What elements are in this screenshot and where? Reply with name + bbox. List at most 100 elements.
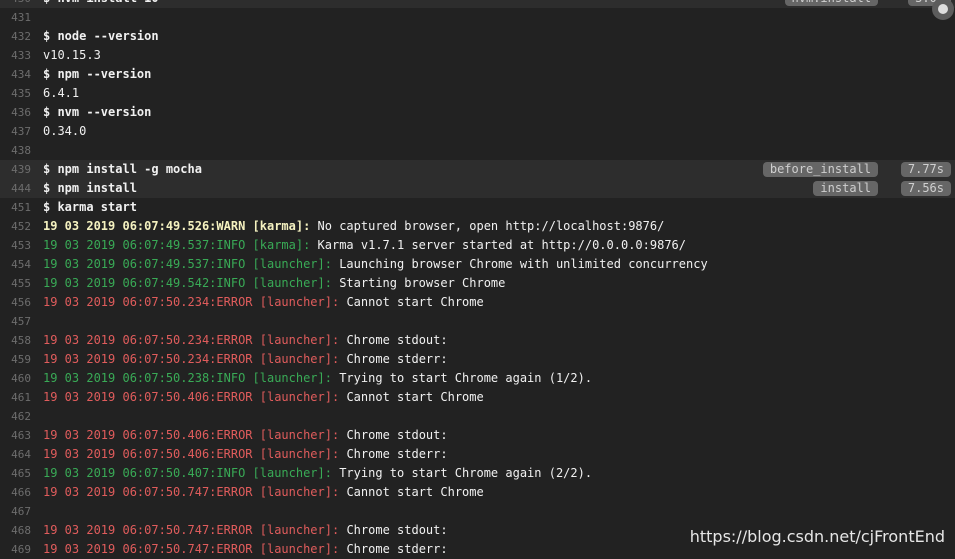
line-number[interactable]: 444: [0, 179, 31, 198]
line-number[interactable]: 437: [0, 122, 31, 141]
log-prefix-error: 19 03 2019 06:07:50.747:ERROR [launcher]…: [43, 485, 340, 499]
log-prefix-error: 19 03 2019 06:07:50.406:ERROR [launcher]…: [43, 428, 340, 442]
log-fold-row[interactable]: 439 $ npm install -g mocha before_install 7…: [0, 160, 955, 179]
log-line-content: $ node --version: [43, 29, 159, 43]
line-number[interactable]: 463: [0, 426, 31, 445]
line-number[interactable]: 460: [0, 369, 31, 388]
line-number[interactable]: 457: [0, 312, 31, 331]
log-prefix-error: 19 03 2019 06:07:50.234:ERROR [launcher]…: [43, 295, 340, 309]
line-number[interactable]: 439: [0, 160, 31, 179]
line-number[interactable]: 435: [0, 84, 31, 103]
log-message: Trying to start Chrome again (2/2).: [331, 466, 593, 480]
log-message: Chrome stderr:: [339, 447, 448, 461]
log-message: No captured browser, open http://localho…: [310, 219, 665, 233]
line-number[interactable]: 451: [0, 198, 31, 217]
line-number[interactable]: 438: [0, 141, 31, 160]
log-message: Karma v1.7.1 server started at http://0.…: [310, 238, 686, 252]
log-prefix-error: 19 03 2019 06:07:50.234:ERROR [launcher]…: [43, 352, 340, 366]
line-number[interactable]: 461: [0, 388, 31, 407]
log-line: 452 19 03 2019 06:07:49.526:WARN [karma]:…: [0, 217, 955, 236]
log-message: Chrome stdout:: [339, 428, 448, 442]
log-line-content: v10.15.3: [43, 48, 101, 62]
line-number[interactable]: 466: [0, 483, 31, 502]
log-line-content: 19 03 2019 06:07:49.542:INFO [launcher]:…: [43, 274, 505, 293]
build-log: 430$ nvm install 10nvm.install3.0s431432…: [0, 0, 955, 559]
log-line-content: 19 03 2019 06:07:50.234:ERROR [launcher]…: [43, 331, 448, 350]
log-prefix-info: 19 03 2019 06:07:50.407:INFO [launcher]:: [43, 466, 332, 480]
fold-duration-badge: 7.77s: [900, 162, 951, 177]
log-line: 459 19 03 2019 06:07:50.234:ERROR [launch…: [0, 350, 955, 369]
log-message: Cannot start Chrome: [339, 390, 484, 404]
log-prefix-info: 19 03 2019 06:07:49.537:INFO [karma]:: [43, 238, 311, 252]
log-line-content: 19 03 2019 06:07:49.537:INFO [karma]: Ka…: [43, 236, 686, 255]
log-message: Trying to start Chrome again (1/2).: [331, 371, 593, 385]
log-message: Chrome stderr:: [339, 352, 448, 366]
log-line: 438: [0, 141, 955, 160]
log-line-content: 19 03 2019 06:07:50.747:ERROR [launcher]…: [43, 540, 448, 559]
log-line: 462: [0, 407, 955, 426]
fold-stage-badge: install: [813, 181, 878, 196]
log-line-content: $ karma start: [43, 200, 137, 214]
log-line: 467: [0, 502, 955, 521]
log-message: Starting browser Chrome: [331, 276, 506, 290]
log-line: 461 19 03 2019 06:07:50.406:ERROR [launch…: [0, 388, 955, 407]
log-prefix-error: 19 03 2019 06:07:50.406:ERROR [launcher]…: [43, 447, 340, 461]
log-line: 436 $ nvm --version: [0, 103, 955, 122]
log-line-content: 19 03 2019 06:07:49.537:INFO [launcher]:…: [43, 255, 708, 274]
log-line-content: 0.34.0: [43, 124, 87, 138]
line-number[interactable]: 436: [0, 103, 31, 122]
log-prefix-error: 19 03 2019 06:07:50.234:ERROR [launcher]…: [43, 333, 340, 347]
line-number[interactable]: 469: [0, 540, 31, 559]
log-prefix-error: 19 03 2019 06:07:50.406:ERROR [launcher]…: [43, 390, 340, 404]
log-line: 464 19 03 2019 06:07:50.406:ERROR [launch…: [0, 445, 955, 464]
fold-stage-badge: nvm.install: [784, 0, 878, 6]
log-prefix-info: 19 03 2019 06:07:50.238:INFO [launcher]:: [43, 371, 332, 385]
log-line: 466 19 03 2019 06:07:50.747:ERROR [launch…: [0, 483, 955, 502]
log-prefix-warn: 19 03 2019 06:07:49.526:WARN [karma]:: [43, 219, 311, 233]
log-line-content: 19 03 2019 06:07:50.406:ERROR [launcher]…: [43, 445, 448, 464]
log-fold-row[interactable]: 430$ nvm install 10nvm.install3.0s: [0, 0, 955, 8]
line-number[interactable]: 453: [0, 236, 31, 255]
log-line: 431: [0, 8, 955, 27]
line-number[interactable]: 456: [0, 293, 31, 312]
log-message: Launching browser Chrome with unlimited …: [331, 257, 708, 271]
line-number[interactable]: 455: [0, 274, 31, 293]
line-number[interactable]: 465: [0, 464, 31, 483]
log-line-content: 19 03 2019 06:07:50.747:ERROR [launcher]…: [43, 521, 448, 540]
line-number[interactable]: 431: [0, 8, 31, 27]
log-line-content: $ npm install -g mocha: [43, 162, 202, 176]
log-message: Chrome stderr:: [339, 542, 448, 556]
log-message: Chrome stdout:: [339, 333, 448, 347]
line-number[interactable]: 458: [0, 331, 31, 350]
log-prefix-error: 19 03 2019 06:07:50.747:ERROR [launcher]…: [43, 523, 340, 537]
log-line-content: 19 03 2019 06:07:49.526:WARN [karma]: No…: [43, 217, 664, 236]
line-number[interactable]: 467: [0, 502, 31, 521]
line-number[interactable]: 452: [0, 217, 31, 236]
log-line: 432 $ node --version: [0, 27, 955, 46]
line-number[interactable]: 430: [0, 0, 31, 8]
log-line: 457: [0, 312, 955, 331]
log-fold-row[interactable]: 444 $ npm install install 7.56s: [0, 179, 955, 198]
log-prefix-info: 19 03 2019 06:07:49.537:INFO [launcher]:: [43, 257, 332, 271]
log-line-content: $ nvm install 10: [43, 0, 159, 8]
line-number[interactable]: 459: [0, 350, 31, 369]
log-line: 463 19 03 2019 06:07:50.406:ERROR [launch…: [0, 426, 955, 445]
log-prefix-info: 19 03 2019 06:07:49.542:INFO [launcher]:: [43, 276, 332, 290]
log-line-content: 19 03 2019 06:07:50.234:ERROR [launcher]…: [43, 350, 448, 369]
log-line: 458 19 03 2019 06:07:50.234:ERROR [launch…: [0, 331, 955, 350]
log-line-content: 6.4.1: [43, 86, 80, 100]
log-line-content: 19 03 2019 06:07:50.238:INFO [launcher]:…: [43, 369, 592, 388]
line-number[interactable]: 434: [0, 65, 31, 84]
log-message: Cannot start Chrome: [339, 485, 484, 499]
line-number[interactable]: 468: [0, 521, 31, 540]
line-number[interactable]: 464: [0, 445, 31, 464]
line-number[interactable]: 433: [0, 46, 31, 65]
line-number[interactable]: 432: [0, 27, 31, 46]
log-message: Chrome stdout:: [339, 523, 448, 537]
line-number[interactable]: 454: [0, 255, 31, 274]
watermark: https://blog.csdn.net/cjFrontEnd: [689, 527, 945, 546]
log-line: 456 19 03 2019 06:07:50.234:ERROR [launch…: [0, 293, 955, 312]
line-number[interactable]: 462: [0, 407, 31, 426]
log-line: 451 $ karma start: [0, 198, 955, 217]
log-line: 435 6.4.1: [0, 84, 955, 103]
